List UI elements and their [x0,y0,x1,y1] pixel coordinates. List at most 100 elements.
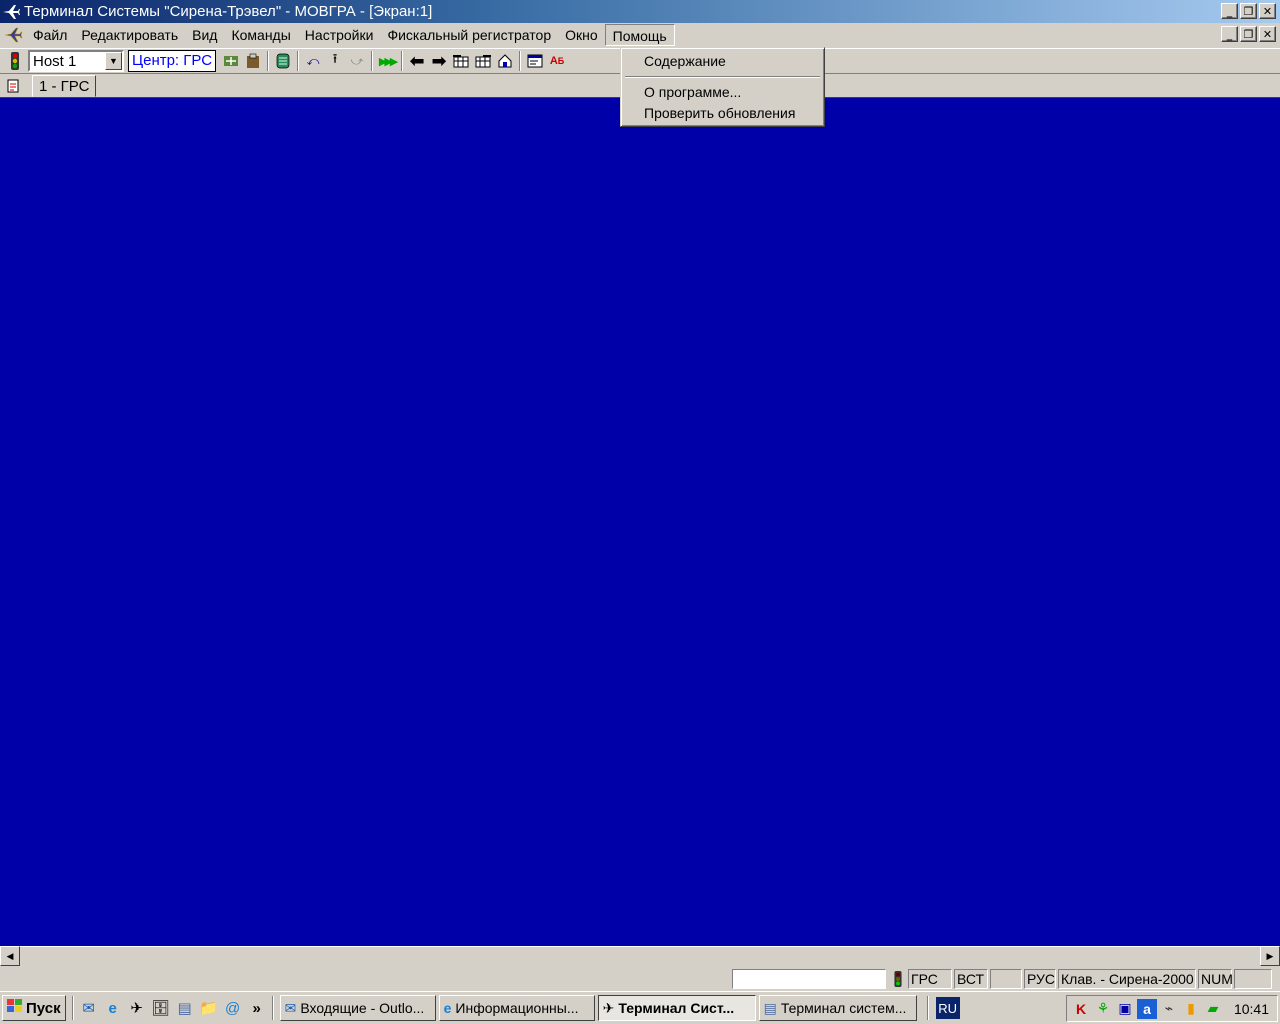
redo-icon[interactable]: ⤻ [346,50,368,72]
restore-icon: ❐ [1243,4,1254,18]
task-label: Терминал Сист... [618,1000,735,1016]
windows-logo-icon [7,999,23,1017]
close-icon: ✕ [1262,27,1273,41]
paste-icon[interactable] [242,50,264,72]
scroll-right-icon[interactable]: ▶ [1260,946,1280,966]
menu-item-check-updates[interactable]: Проверить обновления [623,103,822,124]
cabinet-icon[interactable]: 🗄 [149,996,173,1020]
taskbar-separator [926,996,929,1020]
traffic-light-icon[interactable] [4,50,26,72]
minimize-button[interactable]: _ [1221,3,1238,19]
arrow-left-icon[interactable]: ⬅ [406,50,428,72]
menu-window[interactable]: Окно [558,24,605,46]
title-bar: Терминал Системы "Сирена-Трэвел" - МОВГР… [0,0,1280,23]
start-label: Пуск [26,999,61,1017]
host-select[interactable]: Host 1 ▼ [28,50,124,72]
table-right-icon[interactable] [472,50,494,72]
table-left-icon[interactable] [450,50,472,72]
horizontal-scrollbar[interactable]: ◀ ▶ [0,946,1280,966]
status-num-lock: NUM [1198,969,1233,989]
window-controls: _ ❐ ✕ [1221,3,1276,19]
undo-icon[interactable]: ⤺ [302,50,324,72]
start-button[interactable]: Пуск [2,995,66,1021]
mdi-close-button[interactable]: ✕ [1259,26,1276,42]
battery-icon[interactable]: ▰ [1203,999,1223,1019]
folder-icon[interactable]: 📁 [197,996,221,1020]
upload-icon[interactable]: ⭱ [324,50,346,72]
menu-edit[interactable]: Редактировать [74,24,185,46]
minimize-icon: _ [1226,27,1233,41]
outlook-icon: ✉ [284,999,297,1016]
menu-item-about[interactable]: О программе... [623,82,822,103]
status-input[interactable] [732,969,886,989]
menu-settings[interactable]: Настройки [298,24,381,46]
restore-icon: ❐ [1243,27,1254,41]
close-button[interactable]: ✕ [1259,3,1276,19]
center-label[interactable]: Центр: ГРС [128,50,217,72]
taskbar: Пуск ✉ e ✈ 🗄 ▤ 📁 @ » ✉ Входящие - Outlo.… [0,991,1280,1024]
menu-separator [625,76,820,78]
mdi-minimize-button[interactable]: _ [1221,26,1238,42]
task-label: Терминал систем... [780,1000,907,1016]
agent-icon[interactable]: a [1137,998,1157,1019]
chevron-down-icon[interactable]: ▼ [105,52,122,70]
minimize-icon: _ [1226,4,1233,18]
airplane-icon[interactable]: ✈ [125,996,149,1020]
terminal-screen[interactable] [0,97,1280,946]
internet-explorer-icon[interactable]: e [101,996,125,1020]
database-icon[interactable] [272,50,294,72]
help-dropdown-menu: Содержание О программе... Проверить обно… [620,47,825,127]
status-keyboard: Клав. - Сирена-2000 [1058,969,1196,989]
status-center: ГРС [908,969,952,989]
menu-item-contents[interactable]: Содержание [623,51,822,72]
outlook-express-icon[interactable]: @ [221,996,245,1020]
spellcheck-icon[interactable]: AБ [546,50,568,72]
new-screen-icon[interactable] [2,75,24,97]
toolbar-separator [371,51,374,71]
form-icon[interactable] [524,50,546,72]
airplane-icon[interactable] [0,1,22,23]
network-status-icon[interactable]: ⚘ [1093,999,1113,1019]
mdi-restore-button[interactable]: ❐ [1240,26,1257,42]
network-icon[interactable] [220,50,242,72]
menu-help[interactable]: Помощь [604,24,675,46]
more-chevron-icon[interactable]: » [245,996,269,1020]
scroll-track[interactable] [20,946,1260,966]
kaspersky-icon[interactable]: K [1071,999,1091,1019]
menu-view[interactable]: Вид [185,24,224,46]
toolbar-separator [267,51,270,71]
mdi-child-icon[interactable] [0,23,26,47]
messenger-icon[interactable]: ▮ [1181,999,1201,1019]
scroll-left-icon[interactable]: ◀ [0,946,20,966]
task-terminal-active[interactable]: ✈ Терминал Сист... [597,995,756,1021]
status-empty [990,969,1022,989]
tab-screen-1[interactable]: 1 - ГРС [32,75,97,97]
host-select-value: Host 1 [33,52,77,70]
fast-forward-icon[interactable]: ▶▶▶ [376,50,398,72]
restore-button[interactable]: ❐ [1240,3,1257,19]
toolbar-separator [401,51,404,71]
status-insert-mode: ВСТ [954,969,988,989]
clock[interactable]: 10:41 [1234,1001,1277,1017]
document-icon[interactable]: ▤ [173,996,197,1020]
airplane-icon: ✈ [602,999,615,1016]
arrow-right-icon[interactable]: ➡ [428,50,450,72]
toolbar-separator [297,51,300,71]
task-terminal-system[interactable]: ▤ Терминал систем... [758,995,917,1021]
close-icon: ✕ [1262,4,1273,18]
outlook-icon[interactable]: ✉ [77,996,101,1020]
toolbar-separator [519,51,522,71]
menu-fiscal-registrar[interactable]: Фискальный регистратор [380,24,558,46]
task-information[interactable]: e Информационны... [438,995,595,1021]
task-outlook[interactable]: ✉ Входящие - Outlo... [279,995,436,1021]
menu-commands[interactable]: Команды [224,24,297,46]
menu-file[interactable]: Файл [26,24,74,46]
monitor-icon[interactable]: ▣ [1115,999,1135,1019]
document-icon: ▤ [763,999,777,1016]
taskbar-separator [71,996,74,1020]
status-extra [1234,969,1272,989]
connection-icon[interactable]: ⌁ [1159,999,1179,1019]
house-icon[interactable] [494,50,516,72]
language-indicator[interactable]: RU [935,997,960,1019]
task-label: Входящие - Outlo... [300,1000,425,1016]
